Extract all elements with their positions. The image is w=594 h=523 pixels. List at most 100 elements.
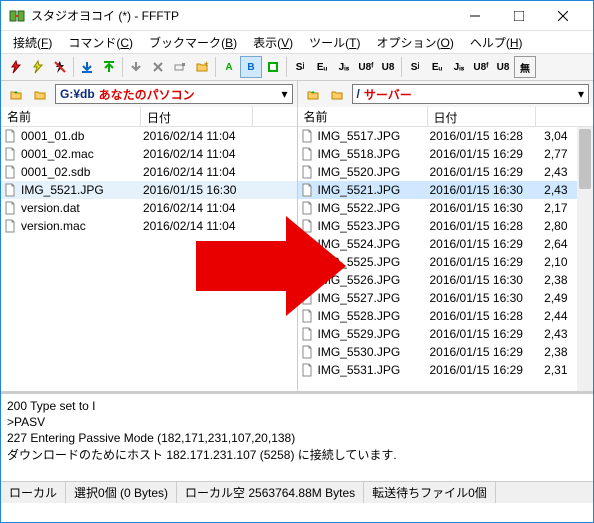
file-row[interactable]: IMG_5521.JPG2016/01/15 16:302,43 — [298, 181, 594, 199]
file-row[interactable]: IMG_5520.JPG2016/01/15 16:292,43 — [298, 163, 594, 181]
file-name: IMG_5531.JPG — [318, 363, 401, 377]
file-date: 2016/01/15 16:29 — [430, 237, 538, 251]
ascii-mode-icon[interactable]: A — [218, 56, 240, 78]
kanji-none-icon[interactable]: 無 — [514, 56, 536, 78]
rename-icon[interactable] — [169, 56, 191, 78]
file-row[interactable]: IMG_5524.JPG2016/01/15 16:292,64 — [298, 235, 594, 253]
log-panel[interactable]: 200 Type set to I >PASV 227 Entering Pas… — [1, 391, 593, 481]
minimize-button[interactable] — [453, 2, 497, 30]
local-path-combo[interactable]: G:¥db あなたのパソコン ▾ — [55, 84, 293, 104]
file-row[interactable]: IMG_5521.JPG2016/01/15 16:30 — [1, 181, 297, 199]
status-local: ローカル — [1, 482, 66, 503]
file-name: 0001_02.sdb — [21, 165, 90, 179]
col-date[interactable]: 日付 — [141, 107, 253, 126]
quick-connect-icon[interactable] — [27, 56, 49, 78]
remote-pathbar: / サーバー ▾ — [298, 81, 594, 107]
file-row[interactable]: 0001_01.db 2016/02/14 11:04 — [1, 127, 297, 145]
local-file-list[interactable]: 0001_01.db 2016/02/14 11:04 0001_02.mac 201… — [1, 127, 297, 391]
col-date[interactable]: 日付 — [428, 107, 536, 126]
file-date: 2016/01/15 16:30 — [430, 273, 538, 287]
file-date: 2016/02/14 11:04 — [143, 147, 255, 161]
file-row[interactable]: IMG_5517.JPG2016/01/15 16:283,04 — [298, 127, 594, 145]
menu-connect[interactable]: 接続(F) — [5, 32, 60, 53]
file-name: 0001_01.db — [21, 129, 84, 143]
delete-icon[interactable] — [147, 56, 169, 78]
remote-updir-icon[interactable] — [302, 83, 324, 105]
file-row[interactable]: IMG_5529.JPG2016/01/15 16:292,43 — [298, 325, 594, 343]
file-name: version.mac — [21, 219, 86, 233]
menu-help[interactable]: ヘルプ(H) — [462, 32, 531, 53]
local-open-icon[interactable] — [29, 83, 51, 105]
file-row[interactable]: version.dat2016/02/14 11:04 — [1, 199, 297, 217]
col-name[interactable]: 名前 — [1, 107, 141, 126]
log-line: >PASV — [7, 414, 587, 430]
remote-path-combo[interactable]: / サーバー ▾ — [352, 84, 590, 104]
kanji-sjis-local-icon[interactable]: Sʲ — [289, 56, 311, 78]
col-name[interactable]: 名前 — [298, 107, 428, 126]
connect-icon[interactable] — [5, 56, 27, 78]
file-name: version.dat — [21, 201, 80, 215]
file-row[interactable]: IMG_5518.JPG2016/01/15 16:292,77 — [298, 145, 594, 163]
kanji-euc-host-icon[interactable]: Eᵤ — [426, 56, 448, 78]
toolbar: * A B Sʲ Eᵤ Jᵢₛ U8ᶠ U8 Sʲ Eᵤ Jᵢₛ U8ᶠ U8 … — [1, 53, 593, 81]
remote-label: サーバー — [364, 86, 412, 103]
auto-mode-icon[interactable] — [262, 56, 284, 78]
remote-open-icon[interactable] — [326, 83, 348, 105]
local-label: あなたのパソコン — [99, 86, 195, 103]
maximize-button[interactable] — [497, 2, 541, 30]
statusbar: ローカル 選択0個 (0 Bytes) ローカル空 2563764.88M By… — [1, 481, 593, 503]
newfolder-icon[interactable]: * — [191, 56, 213, 78]
file-date: 2016/01/15 16:29 — [430, 345, 538, 359]
kanji-utf8bom-host-icon[interactable]: U8ᶠ — [470, 56, 492, 78]
menubar: 接続(F) コマンド(C) ブックマーク(B) 表示(V) ツール(T) オプシ… — [1, 31, 593, 53]
file-row[interactable]: IMG_5531.JPG2016/01/15 16:292,31 — [298, 361, 594, 379]
file-date: 2016/01/15 16:29 — [430, 327, 538, 341]
titlebar: スタジオヨコイ (*) - FFFTP — [1, 1, 593, 31]
file-row[interactable]: 0001_02.sdb2016/02/14 11:04 — [1, 163, 297, 181]
file-row[interactable]: version.mac 2016/02/14 11:04 — [1, 217, 297, 235]
file-row[interactable]: IMG_5526.JPG2016/01/15 16:302,38 — [298, 271, 594, 289]
status-queue: 転送待ちファイル0個 — [364, 482, 496, 503]
menu-tool[interactable]: ツール(T) — [301, 32, 368, 53]
file-name: IMG_5521.JPG — [318, 183, 401, 197]
kanji-sjis-host-icon[interactable]: Sʲ — [404, 56, 426, 78]
file-name: IMG_5524.JPG — [318, 237, 401, 251]
menu-bookmark[interactable]: ブックマーク(B) — [141, 32, 245, 53]
file-row[interactable]: IMG_5523.JPG2016/01/15 16:282,80 — [298, 217, 594, 235]
scrollbar[interactable] — [577, 127, 593, 391]
kanji-jis-host-icon[interactable]: Jᵢₛ — [448, 56, 470, 78]
file-date: 2016/02/14 11:04 — [143, 129, 255, 143]
local-list-header: 名前 日付 — [1, 107, 297, 127]
file-name: 0001_02.mac — [21, 147, 94, 161]
file-row[interactable]: IMG_5530.JPG2016/01/15 16:292,38 — [298, 343, 594, 361]
download-icon[interactable] — [76, 56, 98, 78]
menu-option[interactable]: オプション(O) — [368, 32, 461, 53]
file-row[interactable]: 0001_02.mac 2016/02/14 11:04 — [1, 145, 297, 163]
local-pathbar: G:¥db あなたのパソコン ▾ — [1, 81, 297, 107]
file-size: 2,10 — [538, 255, 568, 269]
file-row[interactable]: IMG_5522.JPG2016/01/15 16:302,17 — [298, 199, 594, 217]
remote-file-list[interactable]: IMG_5517.JPG2016/01/15 16:283,04IMG_5518… — [298, 127, 594, 391]
kanji-euc-local-icon[interactable]: Eᵤ — [311, 56, 333, 78]
menu-view[interactable]: 表示(V) — [245, 32, 301, 53]
upload-icon[interactable] — [98, 56, 120, 78]
file-row[interactable]: IMG_5528.JPG2016/01/15 16:282,44 — [298, 307, 594, 325]
kanji-jis-local-icon[interactable]: Jᵢₛ — [333, 56, 355, 78]
kanji-utf8-host-icon[interactable]: U8 — [492, 56, 514, 78]
mirror-download-icon[interactable] — [125, 56, 147, 78]
file-name: IMG_5529.JPG — [318, 327, 401, 341]
file-row[interactable]: IMG_5527.JPG2016/01/15 16:302,49 — [298, 289, 594, 307]
close-button[interactable] — [541, 2, 585, 30]
disconnect-icon[interactable] — [49, 56, 71, 78]
file-size: 2,80 — [538, 219, 568, 233]
binary-mode-icon[interactable]: B — [240, 56, 262, 78]
log-line: 227 Entering Passive Mode (182,171,231,1… — [7, 430, 587, 446]
file-date: 2016/01/15 16:28 — [430, 309, 538, 323]
app-icon — [9, 8, 25, 24]
file-row[interactable]: IMG_5525.JPG2016/01/15 16:292,10 — [298, 253, 594, 271]
kanji-utf8-local-icon[interactable]: U8 — [377, 56, 399, 78]
local-updir-icon[interactable] — [5, 83, 27, 105]
kanji-utf8bom-local-icon[interactable]: U8ᶠ — [355, 56, 377, 78]
menu-command[interactable]: コマンド(C) — [60, 32, 141, 53]
file-date: 2016/02/14 11:04 — [143, 219, 255, 233]
